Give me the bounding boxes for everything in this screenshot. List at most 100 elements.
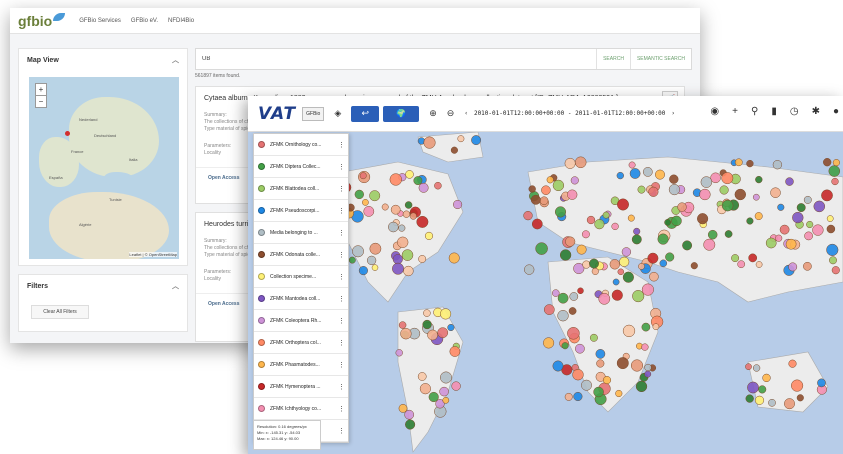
cluster-point[interactable] <box>664 219 671 226</box>
cluster-point[interactable] <box>619 256 630 267</box>
more-vert-icon[interactable]: ⋮ <box>338 317 345 325</box>
cluster-point[interactable] <box>791 379 804 392</box>
layer-item[interactable]: ZFMK Ichthyology co... ⋮ <box>254 398 348 420</box>
nav-link-services[interactable]: GFBio Services <box>79 18 121 24</box>
cluster-point[interactable] <box>697 213 709 225</box>
cluster-point[interactable] <box>392 262 404 275</box>
cluster-point[interactable] <box>633 227 641 235</box>
cluster-point[interactable] <box>792 211 804 224</box>
cluster-point[interactable] <box>564 157 576 169</box>
cluster-point[interactable] <box>779 224 790 235</box>
cluster-point[interactable] <box>354 189 364 200</box>
cluster-point[interactable] <box>405 419 416 430</box>
cluster-point[interactable] <box>752 364 761 372</box>
cluster-point[interactable] <box>401 249 414 261</box>
cluster-point[interactable] <box>765 237 777 249</box>
cluster-point[interactable] <box>655 169 665 180</box>
cluster-point[interactable] <box>804 231 813 241</box>
cluster-point[interactable] <box>622 324 636 338</box>
nav-link-ev[interactable]: GFBio eV. <box>131 18 158 24</box>
cluster-point[interactable] <box>402 210 411 218</box>
chart-icon[interactable]: ▮ <box>771 106 777 117</box>
cluster-point[interactable] <box>398 224 406 232</box>
cluster-point[interactable] <box>453 199 463 210</box>
cluster-point[interactable] <box>631 234 642 245</box>
layer-item[interactable]: ZFMK Ornithology co... ⋮ <box>254 134 348 156</box>
cluster-point[interactable] <box>440 308 452 320</box>
cluster-point[interactable] <box>648 186 659 197</box>
cluster-point[interactable] <box>616 357 629 370</box>
cluster-point[interactable] <box>404 201 413 209</box>
cluster-point[interactable] <box>424 231 434 240</box>
cluster-point[interactable] <box>390 204 401 215</box>
cluster-point[interactable] <box>755 175 763 184</box>
cluster-point[interactable] <box>796 203 806 213</box>
cluster-point[interactable] <box>539 196 549 205</box>
workflow-icon[interactable]: ⚲ <box>751 106 758 117</box>
cluster-point[interactable] <box>369 242 382 255</box>
cluster-point[interactable] <box>796 394 804 402</box>
cluster-point[interactable] <box>449 346 461 357</box>
account-icon[interactable]: ◉ <box>710 106 719 117</box>
cluster-point[interactable] <box>770 187 781 198</box>
open-access-link[interactable]: Open Access <box>208 301 240 307</box>
cluster-point[interactable] <box>419 383 431 395</box>
cluster-point[interactable] <box>703 238 716 251</box>
cluster-point[interactable] <box>657 233 669 245</box>
cluster-point[interactable] <box>554 206 567 218</box>
cluster-point[interactable] <box>450 146 458 154</box>
cluster-point[interactable] <box>561 342 569 350</box>
cluster-point[interactable] <box>593 386 604 398</box>
cluster-point[interactable] <box>803 195 812 204</box>
more-vert-icon[interactable]: ⋮ <box>338 229 345 237</box>
more-vert-icon[interactable]: ⋮ <box>338 427 345 435</box>
cluster-point[interactable] <box>530 194 541 205</box>
cluster-point[interactable] <box>352 245 364 258</box>
back-arrow-icon[interactable]: ↩ <box>351 105 380 122</box>
zoom-in-icon[interactable]: ⊕ <box>429 108 437 119</box>
cluster-point[interactable] <box>366 255 377 266</box>
cluster-point[interactable] <box>826 224 836 234</box>
layer-item[interactable]: ZFMK Odonata colle... ⋮ <box>254 244 348 266</box>
layer-item[interactable]: ZFMK Hymenoptera ... ⋮ <box>254 376 348 398</box>
more-vert-icon[interactable]: ⋮ <box>338 383 345 391</box>
cluster-point[interactable] <box>832 159 840 167</box>
cluster-point[interactable] <box>721 199 734 212</box>
gfbio-logo[interactable]: gfbio <box>18 12 66 29</box>
chevron-up-icon[interactable]: ︿ <box>172 281 179 291</box>
cluster-point[interactable] <box>668 184 680 196</box>
cluster-point[interactable] <box>363 206 375 217</box>
cluster-point[interactable] <box>641 322 651 332</box>
cluster-point[interactable] <box>719 185 729 195</box>
cluster-point[interactable] <box>358 266 368 276</box>
cluster-point[interactable] <box>707 229 718 240</box>
cluster-point[interactable] <box>582 260 591 269</box>
cluster-point[interactable] <box>416 215 429 228</box>
cluster-point[interactable] <box>398 321 407 329</box>
cluster-point[interactable] <box>596 359 605 368</box>
world-icon[interactable]: 🌍 <box>383 105 420 122</box>
cluster-point[interactable] <box>788 359 797 368</box>
time-prev-icon[interactable]: ‹ <box>464 110 468 117</box>
cluster-point[interactable] <box>622 271 634 283</box>
more-vert-icon[interactable]: ⋮ <box>338 361 345 369</box>
cluster-point[interactable] <box>573 391 583 402</box>
cluster-point[interactable] <box>541 185 551 195</box>
cluster-point[interactable] <box>413 176 423 186</box>
cluster-point[interactable] <box>611 222 619 231</box>
more-vert-icon[interactable]: ⋮ <box>338 185 345 193</box>
cluster-point[interactable] <box>528 185 536 193</box>
cluster-point[interactable] <box>348 256 356 264</box>
time-next-icon[interactable]: › <box>671 110 675 117</box>
chevron-up-icon[interactable]: ︿ <box>172 55 179 65</box>
cluster-point[interactable] <box>586 215 596 225</box>
more-vert-icon[interactable]: ⋮ <box>338 295 345 303</box>
cluster-point[interactable] <box>616 171 624 180</box>
cluster-point[interactable] <box>762 373 771 383</box>
cluster-point[interactable] <box>531 218 543 230</box>
cluster-point[interactable] <box>611 289 623 301</box>
filters-header[interactable]: Filters ︿ <box>19 275 187 297</box>
cluster-point[interactable] <box>576 244 587 255</box>
cluster-point[interactable] <box>632 290 645 303</box>
cluster-point[interactable] <box>567 327 580 340</box>
